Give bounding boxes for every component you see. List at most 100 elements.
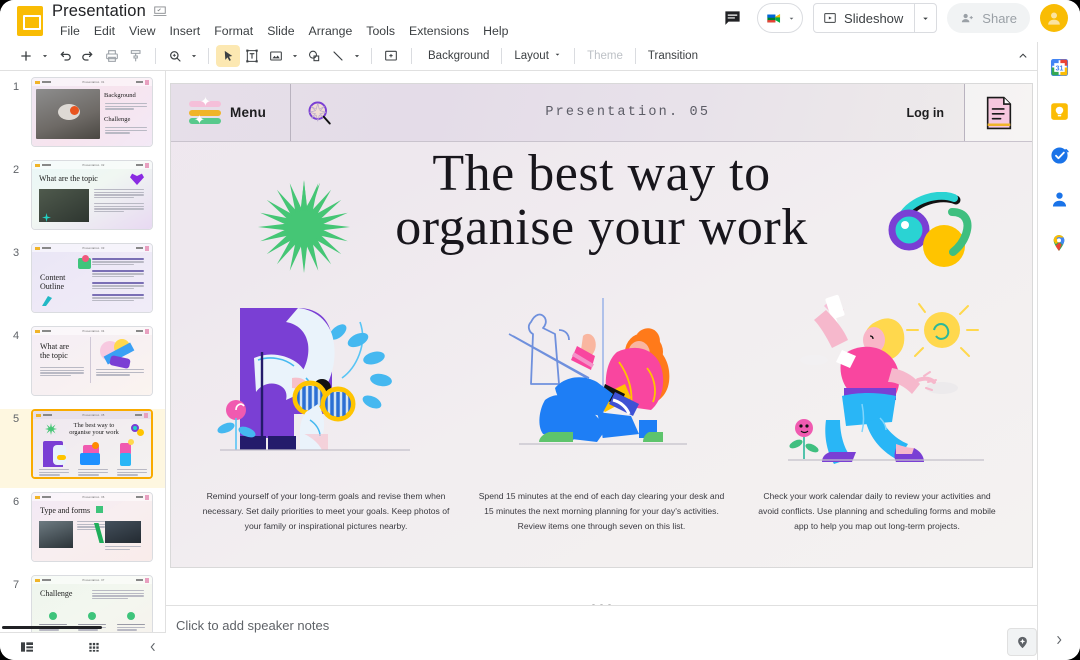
document-title[interactable]: Presentation	[52, 2, 146, 21]
redo-button[interactable]	[76, 45, 100, 67]
google-tasks-icon[interactable]	[1048, 144, 1070, 166]
top-bar: Presentation File Edit View Insert Forma…	[0, 0, 1080, 42]
insert-image-caret-icon[interactable]	[288, 45, 302, 67]
list-item[interactable]: 5 Presentation. 05 The best way toorgani…	[0, 409, 165, 488]
line-button[interactable]	[326, 45, 350, 67]
shape-button[interactable]	[302, 45, 326, 67]
menu-arrange[interactable]: Arrange	[302, 21, 360, 41]
person-with-sunglasses-illustration	[210, 292, 420, 472]
expand-side-panel-button[interactable]	[1047, 628, 1071, 652]
body-text-column-1[interactable]: Remind yourself of your long-term goals …	[201, 489, 451, 534]
menu-tools[interactable]: Tools	[359, 21, 402, 41]
speaker-notes-panel[interactable]: Click to add speaker notes	[166, 605, 1037, 660]
slide-thumbnail[interactable]: Presentation. 03 ContentOutline	[31, 243, 153, 313]
slide-thumbnail[interactable]: Presentation. 02 What are the topic	[31, 160, 153, 230]
comment-history-icon[interactable]	[717, 3, 747, 33]
filmstrip-scrollbar[interactable]	[2, 626, 102, 629]
grid-view-button[interactable]	[81, 635, 108, 659]
insert-image-button[interactable]	[264, 45, 288, 67]
illustration-row	[171, 292, 1032, 472]
hamburger-menu-icon: ✦✦	[189, 98, 221, 128]
slide-number: 5	[13, 413, 19, 425]
transition-button[interactable]: Transition	[640, 47, 706, 65]
layout-button[interactable]: Layout	[506, 47, 570, 65]
slide-header-title: Presentation. 05	[349, 105, 907, 120]
slideshow-button[interactable]: Slideshow	[813, 3, 937, 33]
menu-slide[interactable]: Slide	[260, 21, 301, 41]
menu-edit[interactable]: Edit	[87, 21, 122, 41]
google-slides-icon[interactable]	[14, 5, 46, 37]
share-button[interactable]: Share	[947, 3, 1030, 33]
google-calendar-icon[interactable]: 31 31	[1048, 56, 1070, 78]
background-button[interactable]: Background	[420, 47, 497, 65]
zoom-button[interactable]	[163, 45, 187, 67]
body-text-column-2[interactable]: Spend 15 minutes at the end of each day …	[477, 489, 727, 534]
menu-extensions[interactable]: Extensions	[402, 21, 476, 41]
slide-number: 6	[13, 496, 19, 508]
slideshow-label: Slideshow	[844, 11, 903, 26]
svg-text:31: 31	[1055, 65, 1063, 72]
zoom-caret-icon[interactable]	[187, 45, 201, 67]
collapse-toolbar-button[interactable]	[1011, 44, 1035, 68]
menu-format[interactable]: Format	[207, 21, 260, 41]
new-slide-button[interactable]	[14, 45, 38, 67]
text-box-button[interactable]	[240, 45, 264, 67]
add-comment-button[interactable]	[379, 45, 403, 67]
slide-thumbnail-selected[interactable]: Presentation. 05 The best way toorganise…	[31, 409, 153, 479]
slideshow-caret-icon[interactable]	[915, 4, 936, 32]
google-keep-icon[interactable]	[1048, 100, 1070, 122]
slide-canvas-area[interactable]: ✦✦ Menu Presentation. 05 Log in	[166, 71, 1037, 604]
filmstrip-view-button[interactable]	[14, 635, 41, 659]
current-slide[interactable]: ✦✦ Menu Presentation. 05 Log in	[170, 83, 1033, 568]
new-slide-caret-icon[interactable]	[38, 45, 52, 67]
google-slides-window: Presentation File Edit View Insert Forma…	[0, 0, 1080, 660]
cloud-saved-icon[interactable]	[153, 4, 167, 18]
explore-button[interactable]	[1007, 628, 1037, 656]
body-text-row: Remind yourself of your long-term goals …	[201, 489, 1002, 534]
list-item[interactable]: 6 Presentation. 06 Type and forms	[0, 492, 165, 571]
slide-search-group	[291, 98, 349, 128]
slide-filmstrip[interactable]: 1 Presentation. 01 Background Challenge …	[0, 71, 166, 632]
slide-number: 4	[13, 330, 19, 342]
title-icon-group	[153, 4, 167, 18]
chevron-down-icon	[787, 14, 796, 23]
body-text-column-3[interactable]: Check your work calendar daily to review…	[752, 489, 1002, 534]
slide-thumbnail[interactable]: Presentation. 07 Challenge	[31, 575, 153, 632]
slide-number: 7	[13, 579, 19, 591]
avatar[interactable]	[1040, 4, 1068, 32]
menu-insert[interactable]: Insert	[162, 21, 207, 41]
document-icon	[964, 84, 1032, 141]
undo-button[interactable]	[52, 45, 76, 67]
present-icon	[823, 11, 837, 25]
mini-header-title: Presentation. 05	[82, 414, 104, 417]
select-tool-button[interactable]	[216, 45, 240, 67]
list-item[interactable]: 7 Presentation. 07 Challenge	[0, 575, 165, 632]
slide-thumbnail[interactable]: Presentation. 04 What arethe topic	[31, 326, 153, 396]
google-meet-button[interactable]	[757, 3, 803, 33]
person-taking-selfie-illustration	[784, 292, 994, 472]
print-button[interactable]	[100, 45, 124, 67]
list-item[interactable]: 2 Presentation. 02 What are the topic	[0, 160, 165, 239]
google-maps-icon[interactable]	[1048, 232, 1070, 254]
list-item[interactable]: 3 Presentation. 03 ContentOutline	[0, 243, 165, 322]
menu-help[interactable]: Help	[476, 21, 515, 41]
google-contacts-icon[interactable]	[1048, 188, 1070, 210]
slide-number: 1	[13, 81, 19, 93]
person-with-dog-illustration	[497, 292, 707, 472]
slide-thumbnail[interactable]: Presentation. 06 Type and forms	[31, 492, 153, 562]
slide-thumbnail[interactable]: Presentation. 01 Background Challenge	[31, 77, 153, 147]
side-panel-rail: 31 31	[1037, 42, 1080, 660]
list-item[interactable]: 4 Presentation. 04 What arethe topic	[0, 326, 165, 405]
speaker-notes-placeholder[interactable]: Click to add speaker notes	[176, 618, 1037, 633]
layout-label: Layout	[514, 50, 549, 62]
filmstrip-bottom-bar	[0, 632, 166, 660]
line-caret-icon[interactable]	[350, 45, 364, 67]
magnifier-icon	[305, 98, 335, 128]
chevron-down-icon	[553, 50, 562, 59]
list-item[interactable]: 1 Presentation. 01 Background Challenge	[0, 77, 165, 156]
menu-file[interactable]: File	[53, 21, 87, 41]
paint-format-button[interactable]	[124, 45, 148, 67]
menu-view[interactable]: View	[122, 21, 162, 41]
hide-filmstrip-button[interactable]	[139, 635, 166, 659]
theme-button[interactable]: Theme	[579, 47, 631, 65]
